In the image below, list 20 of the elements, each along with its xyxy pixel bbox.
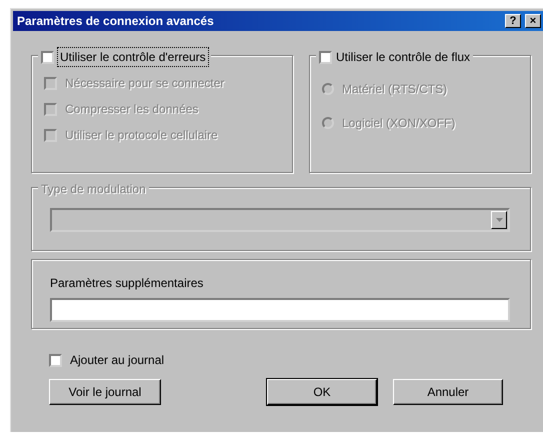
input-field[interactable] bbox=[50, 298, 510, 322]
checkbox-label: Compresser les données bbox=[65, 101, 198, 118]
radio-label: Logiciel (XON/XOFF) bbox=[342, 115, 456, 132]
group-label: Type de modulation bbox=[41, 182, 146, 196]
help-button[interactable]: ? bbox=[505, 14, 521, 28]
dropdown-arrow-icon bbox=[496, 218, 502, 222]
checkbox-label: Utiliser le protocole cellulaire bbox=[65, 127, 218, 144]
checkbox-label[interactable]: Utiliser le contrôle de flux bbox=[336, 48, 470, 66]
checkbox-label[interactable]: Ajouter au journal bbox=[70, 351, 164, 369]
dialog-button[interactable]: Voir le journal bbox=[49, 379, 161, 405]
radio-label: Matériel (RTS/CTS) bbox=[342, 81, 448, 98]
dialog-button[interactable]: OK bbox=[267, 379, 377, 405]
dialog-button[interactable]: Annuler bbox=[393, 379, 503, 405]
checkbox-label: Nécessaire pour se connecter bbox=[65, 75, 224, 92]
checkbox[interactable] bbox=[319, 50, 332, 64]
field-label: Paramètres supplémentaires bbox=[50, 276, 204, 290]
close-button[interactable]: × bbox=[525, 14, 541, 28]
checkbox[interactable] bbox=[41, 50, 54, 64]
window-title: Paramètres de connexion avancés bbox=[17, 13, 215, 30]
checkbox[interactable] bbox=[49, 354, 62, 366]
